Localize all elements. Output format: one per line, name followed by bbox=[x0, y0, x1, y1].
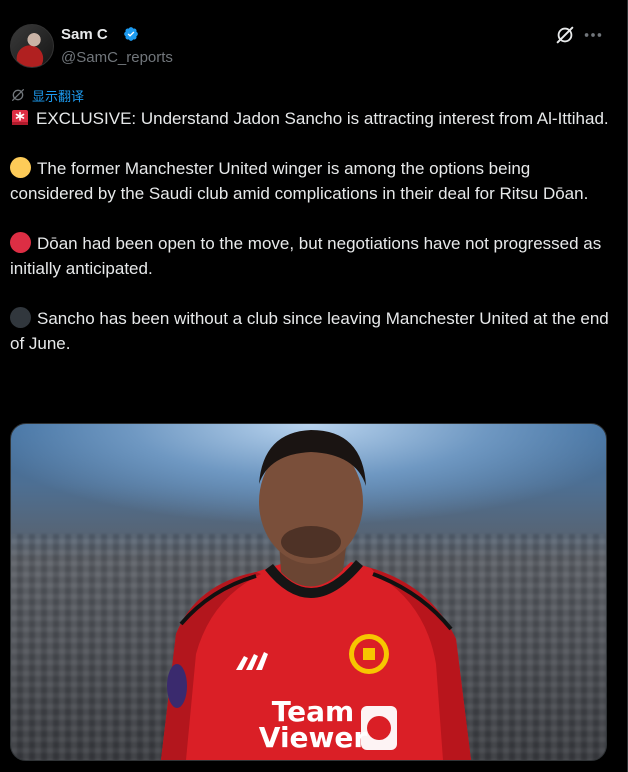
yellow-circle-emoji-icon bbox=[10, 156, 31, 178]
translate-icon bbox=[12, 89, 24, 101]
more-icon[interactable] bbox=[582, 24, 604, 46]
black-circle-emoji-icon bbox=[10, 306, 31, 328]
tweet-header: Sam C @SamC_reports bbox=[10, 22, 610, 70]
tweet-p3: Dōan had been open to the move, but nego… bbox=[10, 233, 602, 279]
tweet-paragraph: EXCLUSIVE: Understand Jadon Sancho is at… bbox=[10, 106, 610, 132]
tweet-text: EXCLUSIVE: Understand Jadon Sancho is at… bbox=[10, 106, 610, 381]
show-translation-label: 显示翻译 bbox=[32, 88, 85, 104]
shirt-sponsor-line2: Viewer bbox=[258, 721, 368, 754]
shirt-sponsor-text: Team Viewer bbox=[253, 698, 373, 754]
red-circle-emoji-icon bbox=[10, 231, 31, 253]
avatar[interactable] bbox=[10, 24, 54, 68]
tweet-p1: EXCLUSIVE: Understand Jadon Sancho is at… bbox=[36, 109, 609, 128]
tweet-paragraph: The former Manchester United winger is a… bbox=[10, 156, 610, 207]
tweet-p2: The former Manchester United winger is a… bbox=[10, 158, 589, 204]
verified-badge-icon bbox=[124, 27, 138, 41]
show-translation-link[interactable]: 显示翻译 bbox=[10, 86, 84, 104]
tweet-p4: Sancho has been without a club since lea… bbox=[10, 308, 609, 354]
grok-icon[interactable] bbox=[554, 24, 576, 46]
tweet-paragraph: Dōan had been open to the move, but nego… bbox=[10, 231, 610, 282]
siren-emoji-icon bbox=[12, 110, 28, 125]
author-name[interactable]: Sam C bbox=[61, 26, 108, 43]
author-handle[interactable]: @SamC_reports bbox=[61, 49, 173, 66]
tweet-photo[interactable]: Team Viewer bbox=[10, 423, 607, 761]
tweet-paragraph: Sancho has been without a club since lea… bbox=[10, 306, 610, 357]
tweet-post: Sam C @SamC_reports 显示翻译 EXCLUSIVE: Unde… bbox=[0, 0, 628, 772]
